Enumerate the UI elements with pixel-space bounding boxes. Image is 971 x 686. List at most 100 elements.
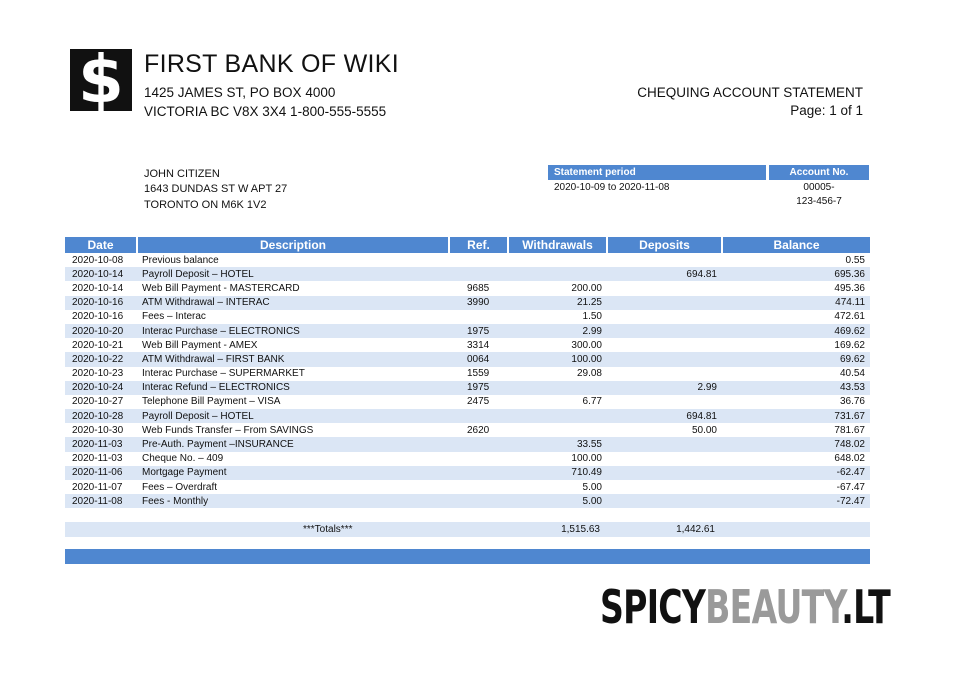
cell-balance: 472.61 — [834, 311, 865, 323]
cell-balance: 695.36 — [722, 267, 870, 282]
cell-deposit — [607, 452, 722, 466]
statement-period-label: Statement period — [548, 165, 766, 180]
table-row: 2020-10-22 ATM Withdrawal – FIRST BANK 006… — [65, 352, 870, 367]
cell-balance: -62.47 — [722, 465, 870, 480]
cell-withdrawal: 6.77 — [582, 396, 602, 408]
cell-withdrawal: 710.49 — [508, 465, 607, 480]
cell-description: Interac Refund – ELECTRONICS — [137, 380, 449, 395]
cell-withdrawal: 21.25 — [508, 295, 607, 310]
cell-withdrawal — [508, 423, 607, 437]
cell-balance: -67.47 — [836, 481, 865, 493]
customer-name: JOHN CITIZEN — [144, 168, 220, 180]
cell-description: Payroll Deposit – HOTEL — [137, 267, 449, 282]
cell-withdrawal: 29.08 — [576, 368, 602, 380]
bank-logo: $ — [70, 43, 132, 117]
cell-deposit — [607, 395, 722, 409]
column-header-description: Description — [137, 237, 450, 253]
cell-balance: 495.36 — [834, 282, 865, 294]
cell-date: 2020-10-22 — [65, 352, 137, 367]
table-row: 2020-10-30 Web Funds Transfer – From SAVI… — [65, 423, 870, 437]
cell-deposit — [607, 338, 722, 352]
cell-description: Previous balance — [142, 254, 219, 266]
cell-date: 2020-10-23 — [72, 368, 124, 380]
cell-description: Fees – Interac — [142, 311, 206, 323]
cell-deposit — [607, 465, 722, 480]
cell-withdrawal: 5.00 — [582, 481, 602, 493]
cell-date: 2020-10-20 — [65, 323, 137, 339]
cell-description: Web Funds Transfer – From SAVINGS — [142, 424, 314, 436]
totals-row: ***Totals*** 1,515.63 1,442.61 — [65, 522, 870, 537]
cell-ref — [449, 253, 508, 267]
table-row: 2020-10-27 Telephone Bill Payment – VISA 2… — [65, 395, 870, 409]
cell-withdrawal: 5.00 — [508, 494, 607, 509]
table-row: 2020-10-24 Interac Refund – ELECTRONICS 19… — [65, 380, 870, 395]
cell-description: Pre-Auth. Payment –INSURANCE — [137, 437, 449, 452]
cell-date: 2020-10-30 — [72, 424, 124, 436]
table-row: 2020-10-16 Fees – Interac 1.50 472.61 — [65, 310, 870, 324]
cell-date: 2020-10-27 — [72, 396, 124, 408]
cell-ref — [449, 409, 508, 424]
table-row: 2020-11-07 Fees – Overdraft 5.00 -67.47 — [65, 480, 870, 494]
column-header-withdrawals: Withdrawals — [508, 237, 608, 253]
cell-withdrawal — [508, 409, 607, 424]
account-number-label: Account No. — [769, 165, 869, 180]
cell-deposit — [607, 295, 722, 310]
cell-date: 2020-10-14 — [72, 282, 124, 294]
cell-ref: 2475 — [467, 396, 490, 408]
bank-name: FIRST BANK OF WIKI — [144, 50, 399, 78]
column-header-balance: Balance — [722, 237, 870, 253]
table-row: 2020-10-14 Web Bill Payment - MASTERCARD 9… — [65, 281, 870, 295]
cell-deposit — [607, 323, 722, 339]
column-header-date: Date — [65, 237, 138, 253]
cell-ref: 1975 — [449, 323, 508, 339]
table-row: 2020-11-03 Pre-Auth. Payment –INSURANCE 33… — [65, 437, 870, 452]
cell-withdrawal — [508, 267, 607, 282]
cell-date: 2020-10-16 — [65, 295, 137, 310]
watermark-part1: SPICY — [600, 580, 706, 634]
bank-address-line1: 1425 JAMES ST, PO BOX 4000 — [144, 85, 336, 100]
cell-date: 2020-10-21 — [72, 339, 124, 351]
cell-description: ATM Withdrawal – INTERAC — [137, 295, 449, 310]
cell-deposit: 694.81 — [607, 409, 722, 424]
cell-balance: 169.62 — [834, 339, 865, 351]
cell-date: 2020-10-14 — [65, 267, 137, 282]
cell-ref: 9685 — [467, 282, 490, 294]
cell-date: 2020-11-03 — [65, 437, 137, 452]
cell-withdrawal: 33.55 — [508, 437, 607, 452]
cell-description: Fees – Overdraft — [142, 481, 218, 493]
totals-deposits: 1,442.61 — [676, 524, 715, 535]
cell-description: Interac Purchase – ELECTRONICS — [137, 323, 449, 339]
cell-ref: 0064 — [449, 352, 508, 367]
cell-withdrawal: 100.00 — [571, 453, 602, 465]
totals-withdrawals: 1,515.63 — [561, 524, 600, 535]
cell-ref: 1975 — [449, 380, 508, 395]
table-row: 2020-10-20 Interac Purchase – ELECTRONICS… — [65, 323, 870, 339]
account-number-line1: 00005- — [803, 182, 835, 193]
cell-ref — [449, 465, 508, 480]
cell-ref — [449, 437, 508, 452]
cell-description: Web Bill Payment - MASTERCARD — [142, 282, 300, 294]
table-row: 2020-11-08 Fees - Monthly 5.00 -72.47 — [65, 494, 870, 509]
cell-ref — [449, 494, 508, 509]
cell-deposit — [607, 253, 722, 267]
table-row: 2020-10-14 Payroll Deposit – HOTEL 694.81 6… — [65, 267, 870, 282]
cell-description: Payroll Deposit – HOTEL — [137, 409, 449, 424]
cell-balance: 731.67 — [722, 409, 870, 424]
account-number-line2: 123-456-7 — [796, 196, 842, 207]
table-row: 2020-11-06 Mortgage Payment 710.49 -62.47 — [65, 465, 870, 480]
page-number: Page: 1 of 1 — [790, 103, 863, 118]
cell-date: 2020-11-06 — [65, 465, 137, 480]
footer-bar — [65, 549, 870, 564]
cell-description: Telephone Bill Payment – VISA — [142, 396, 281, 408]
cell-withdrawal: 100.00 — [508, 352, 607, 367]
cell-deposit — [607, 494, 722, 509]
customer-city: TORONTO ON M6K 1V2 — [144, 199, 267, 211]
cell-balance: 748.02 — [722, 437, 870, 452]
cell-deposit — [607, 437, 722, 452]
statement-title: CHEQUING ACCOUNT STATEMENT — [637, 85, 863, 100]
transactions-table: Date Description Ref. Withdrawals Deposi… — [65, 237, 870, 509]
cell-description: Cheque No. – 409 — [142, 453, 224, 465]
watermark-part3: .LT — [841, 580, 890, 634]
cell-withdrawal — [508, 380, 607, 395]
totals-label: ***Totals*** — [303, 524, 353, 535]
